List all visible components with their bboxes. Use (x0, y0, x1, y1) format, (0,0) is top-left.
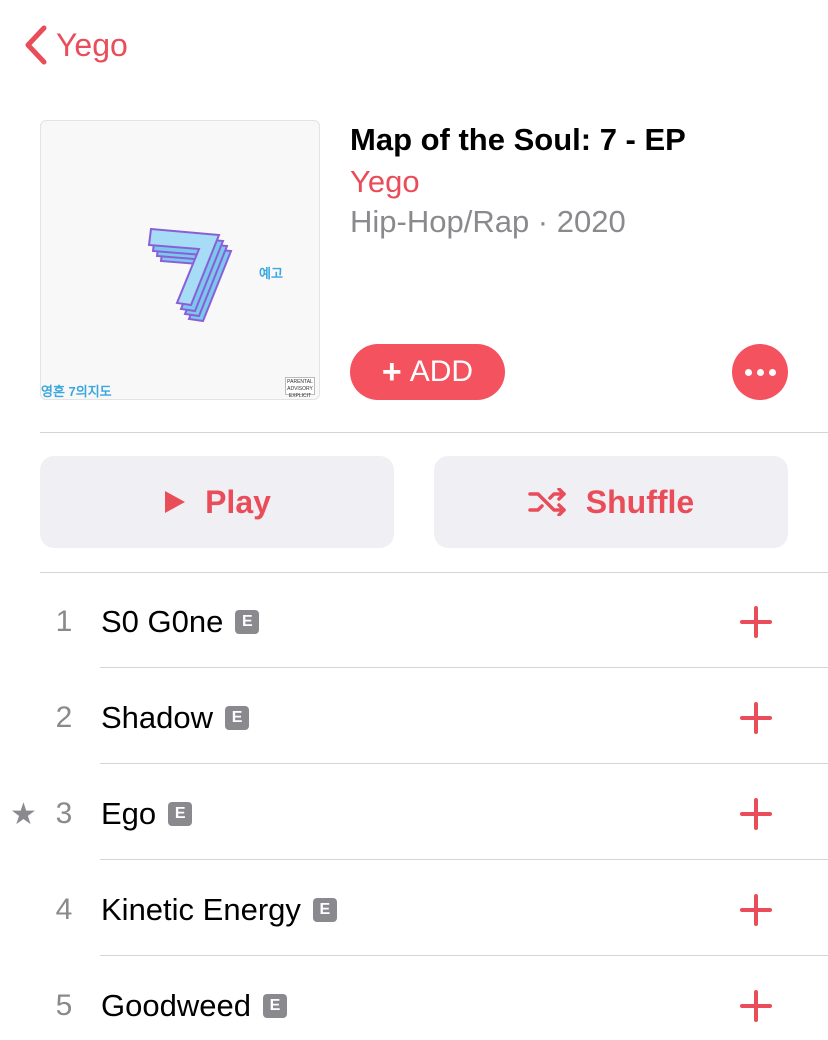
add-track-button[interactable] (736, 986, 776, 1026)
album-screen: Yego 예고 영혼 7의지도 PARENTAL ADVISORY EXPLIC… (0, 0, 828, 1040)
explicit-icon: E (262, 994, 287, 1018)
track-title: Kinetic Energy (101, 892, 301, 927)
play-button[interactable]: Play (40, 456, 394, 548)
header-divider (40, 432, 828, 433)
shuffle-button[interactable]: Shuffle (434, 456, 788, 548)
track-title: Goodweed (101, 988, 251, 1023)
more-options-button[interactable] (732, 344, 788, 400)
back-button[interactable]: Yego (22, 22, 128, 68)
track-number: 4 (55, 893, 73, 926)
row-divider (100, 859, 828, 860)
album-genre-year: Hip-Hop/Rap · 2020 (350, 204, 626, 239)
track-title-group: Kinetic Energy E (101, 892, 337, 928)
album-artist-link[interactable]: Yego (350, 164, 420, 200)
ellipsis-dot (756, 368, 764, 376)
track-row[interactable]: 4 Kinetic Energy E (0, 862, 828, 958)
row-divider (100, 955, 828, 956)
track-number: 1 (55, 605, 73, 638)
track-number: 2 (55, 701, 73, 734)
track-title-group: Shadow E (101, 700, 250, 736)
track-title: Shadow (101, 700, 214, 735)
track-row[interactable]: 2 Shadow E (0, 670, 828, 766)
back-label: Yego (56, 26, 128, 63)
play-label: Play (205, 483, 271, 520)
album-art-caption: 예고 (259, 266, 283, 281)
add-track-button[interactable] (736, 602, 776, 642)
parental-advisory-label: PARENTAL ADVISORY EXPLICIT CONTENT (285, 377, 315, 399)
album-logo-seven (147, 227, 233, 323)
shuffle-label: Shuffle (585, 483, 695, 520)
ellipsis-icon (744, 368, 752, 376)
track-row[interactable]: 5 Goodweed E (0, 958, 828, 1040)
play-icon (165, 491, 186, 513)
track-row[interactable]: 1 S0 G0ne E (0, 574, 828, 670)
actions-divider (40, 572, 828, 573)
track-row[interactable]: ★ 3 Ego E (0, 766, 828, 862)
chevron-left-icon (25, 25, 47, 65)
explicit-icon: E (235, 610, 260, 634)
track-number: 5 (55, 989, 73, 1022)
add-track-button[interactable] (736, 794, 776, 834)
add-track-button[interactable] (736, 698, 776, 738)
add-label: ADD (409, 355, 474, 388)
add-track-button[interactable] (736, 890, 776, 930)
row-divider (100, 763, 828, 764)
album-artwork[interactable]: 예고 영혼 7의지도 PARENTAL ADVISORY EXPLICIT CO… (40, 120, 320, 400)
star-icon: ★ (10, 797, 37, 831)
album-title: Map of the Soul: 7 - EP (350, 122, 686, 157)
track-title-group: Ego E (101, 796, 193, 832)
track-title: S0 G0ne (101, 604, 224, 639)
explicit-icon: E (312, 898, 337, 922)
track-title-group: Goodweed E (101, 988, 287, 1024)
ellipsis-dot (768, 368, 776, 376)
explicit-icon: E (168, 802, 193, 826)
track-title-group: S0 G0ne E (101, 604, 260, 640)
explicit-icon: E (225, 706, 250, 730)
add-album-button[interactable]: + ADD (350, 344, 505, 400)
track-title: Ego (101, 796, 157, 831)
plus-icon: + (381, 353, 402, 391)
track-number: 3 (55, 797, 73, 830)
shuffle-icon (528, 488, 566, 516)
row-divider (100, 667, 828, 668)
album-art-footer: 영혼 7의지도 (41, 384, 112, 399)
